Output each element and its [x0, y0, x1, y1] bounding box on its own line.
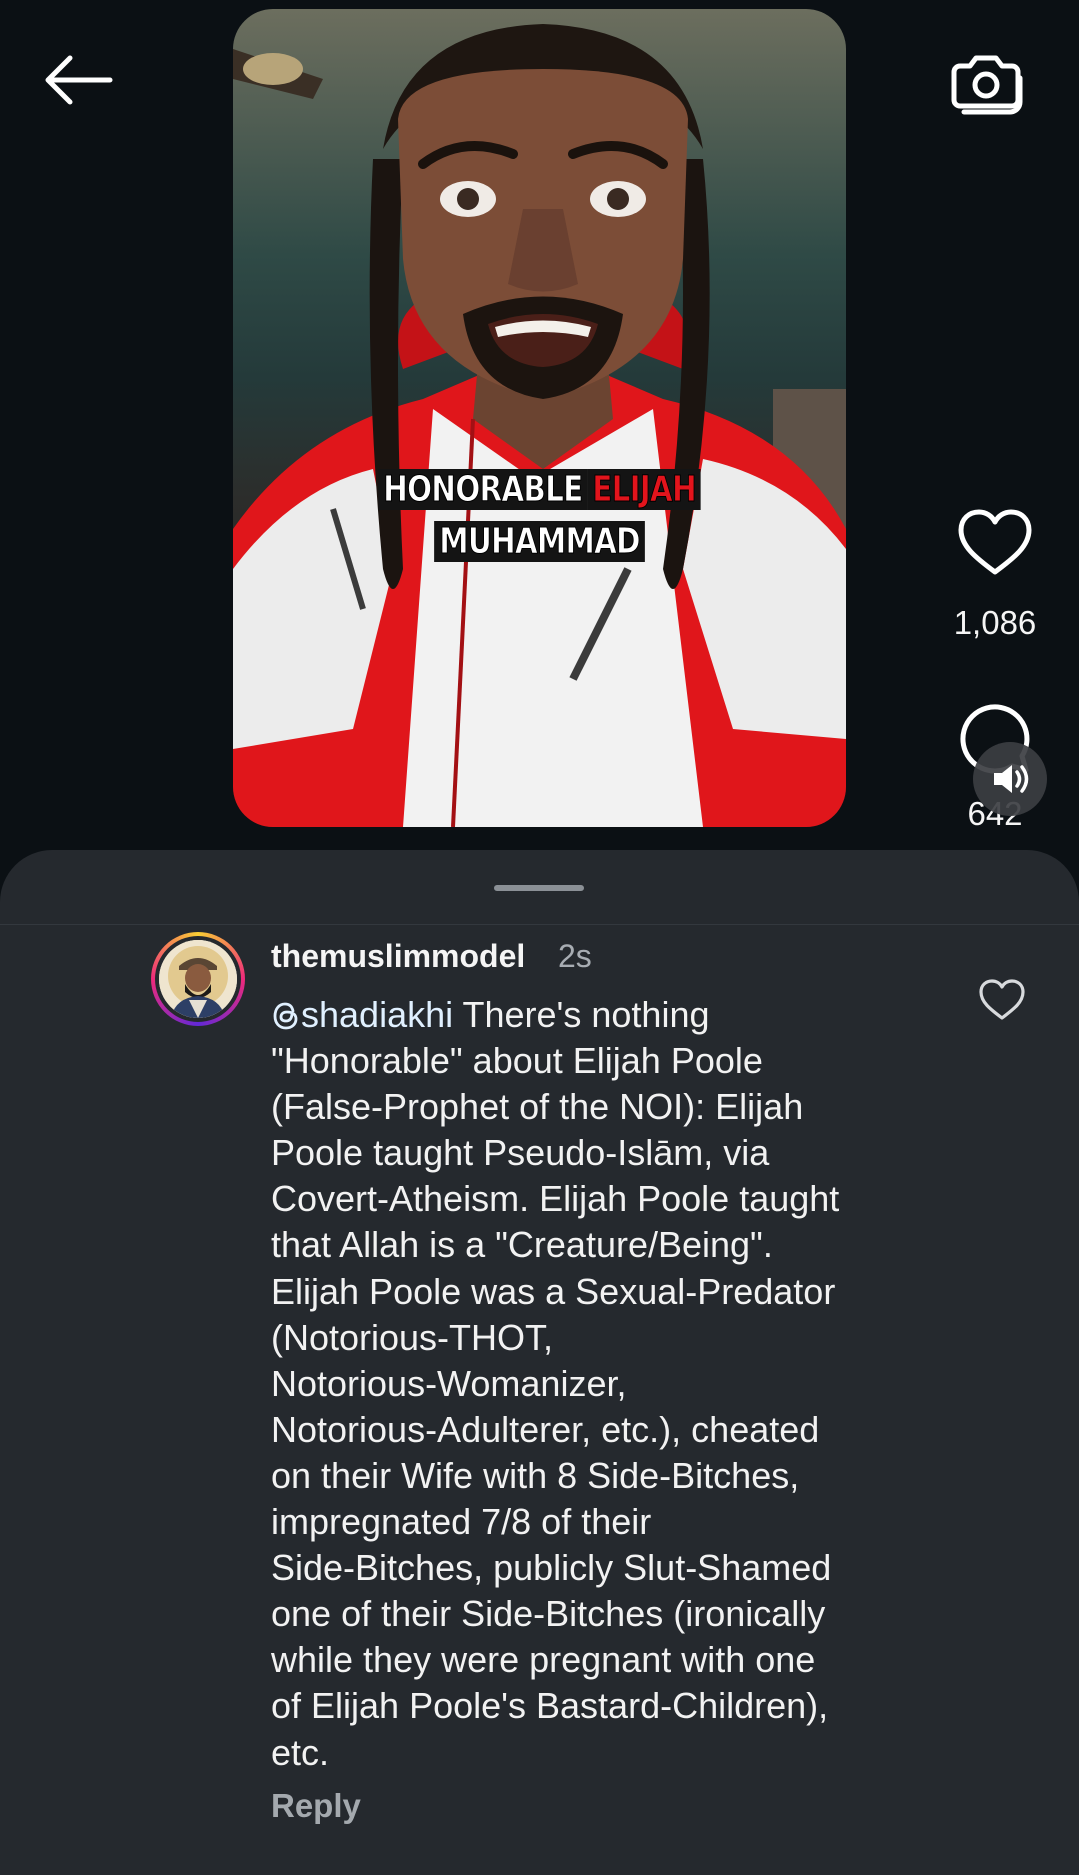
comment-line: while they were pregnant with one — [271, 1639, 816, 1681]
comment-like-button[interactable] — [978, 978, 1026, 1022]
reply-button[interactable]: Reply — [271, 1787, 361, 1825]
speaker-icon — [994, 765, 1029, 793]
caption-line1-white: HONORABLE — [378, 469, 588, 511]
comment-username[interactable]: themuslimmodel — [271, 938, 525, 975]
caption-line2: MUHAMMAD — [434, 521, 645, 563]
comment-line: on their Wife with 8 Side-Bitches, — [271, 1454, 800, 1496]
mention-text: shadiakhi — [301, 994, 454, 1035]
comment-line: etc. — [271, 1731, 330, 1773]
comment-line: Poole taught Pseudo-Islām, via — [271, 1132, 770, 1174]
comment-line: Covert-Atheism. Elijah Poole taught — [271, 1178, 840, 1220]
comment-line: that Allah is a "Creature/Being". — [271, 1224, 773, 1266]
heart-icon — [979, 979, 1025, 1020]
video-caption: HONORABLE ELIJAH MUHAMMAD — [288, 464, 791, 568]
comment-line: Side-Bitches, publicly Slut-Shamed — [271, 1547, 832, 1589]
arrow-left-icon — [45, 55, 113, 105]
comment-line: Elijah Poole was a Sexual-Predator — [271, 1270, 836, 1312]
volume-button[interactable] — [973, 742, 1047, 816]
comment-line: Notorious-Womanizer, — [271, 1362, 627, 1404]
reel-comments-screen: HONORABLE ELIJAH MUHAMMAD 1,086 642 them… — [0, 0, 1079, 1875]
avatar-image — [159, 940, 237, 1018]
camera-icon — [951, 55, 1023, 115]
threads-icon — [273, 1002, 298, 1030]
comment-line: shadiakhi There's nothing — [271, 992, 931, 1038]
comment-body: shadiakhi There's nothing "Honorable" ab… — [271, 992, 931, 1776]
comment-line: one of their Side-Bitches (ironically — [271, 1593, 826, 1635]
heart-icon — [958, 509, 1032, 575]
back-button[interactable] — [40, 52, 114, 108]
like-button[interactable] — [956, 508, 1034, 578]
avatar[interactable] — [151, 932, 245, 1026]
comment-line: (False-Prophet of the NOI): Elijah — [271, 1086, 804, 1128]
comment-timestamp: 2s — [558, 938, 592, 974]
video-frame-image — [233, 24, 846, 827]
mention-link[interactable]: shadiakhi — [271, 994, 453, 1035]
comment-line-text: There's nothing — [453, 994, 710, 1035]
comment-line: of Elijah Poole's Bastard-Children), — [271, 1685, 829, 1727]
caption-line1-red: ELIJAH — [587, 469, 701, 511]
comment-line: impregnated 7/8 of their — [271, 1501, 652, 1543]
comment-line: Notorious-Adulterer, etc.), cheated — [271, 1408, 820, 1450]
sheet-drag-handle[interactable] — [494, 885, 584, 891]
reel-video[interactable]: HONORABLE ELIJAH MUHAMMAD — [233, 9, 846, 827]
like-count: 1,086 — [953, 604, 1037, 641]
comment-line: (Notorious-THOT, — [271, 1316, 554, 1358]
camera-button[interactable] — [950, 48, 1026, 116]
comment-line: "Honorable" about Elijah Poole — [271, 1040, 763, 1082]
sheet-divider — [0, 924, 1079, 925]
